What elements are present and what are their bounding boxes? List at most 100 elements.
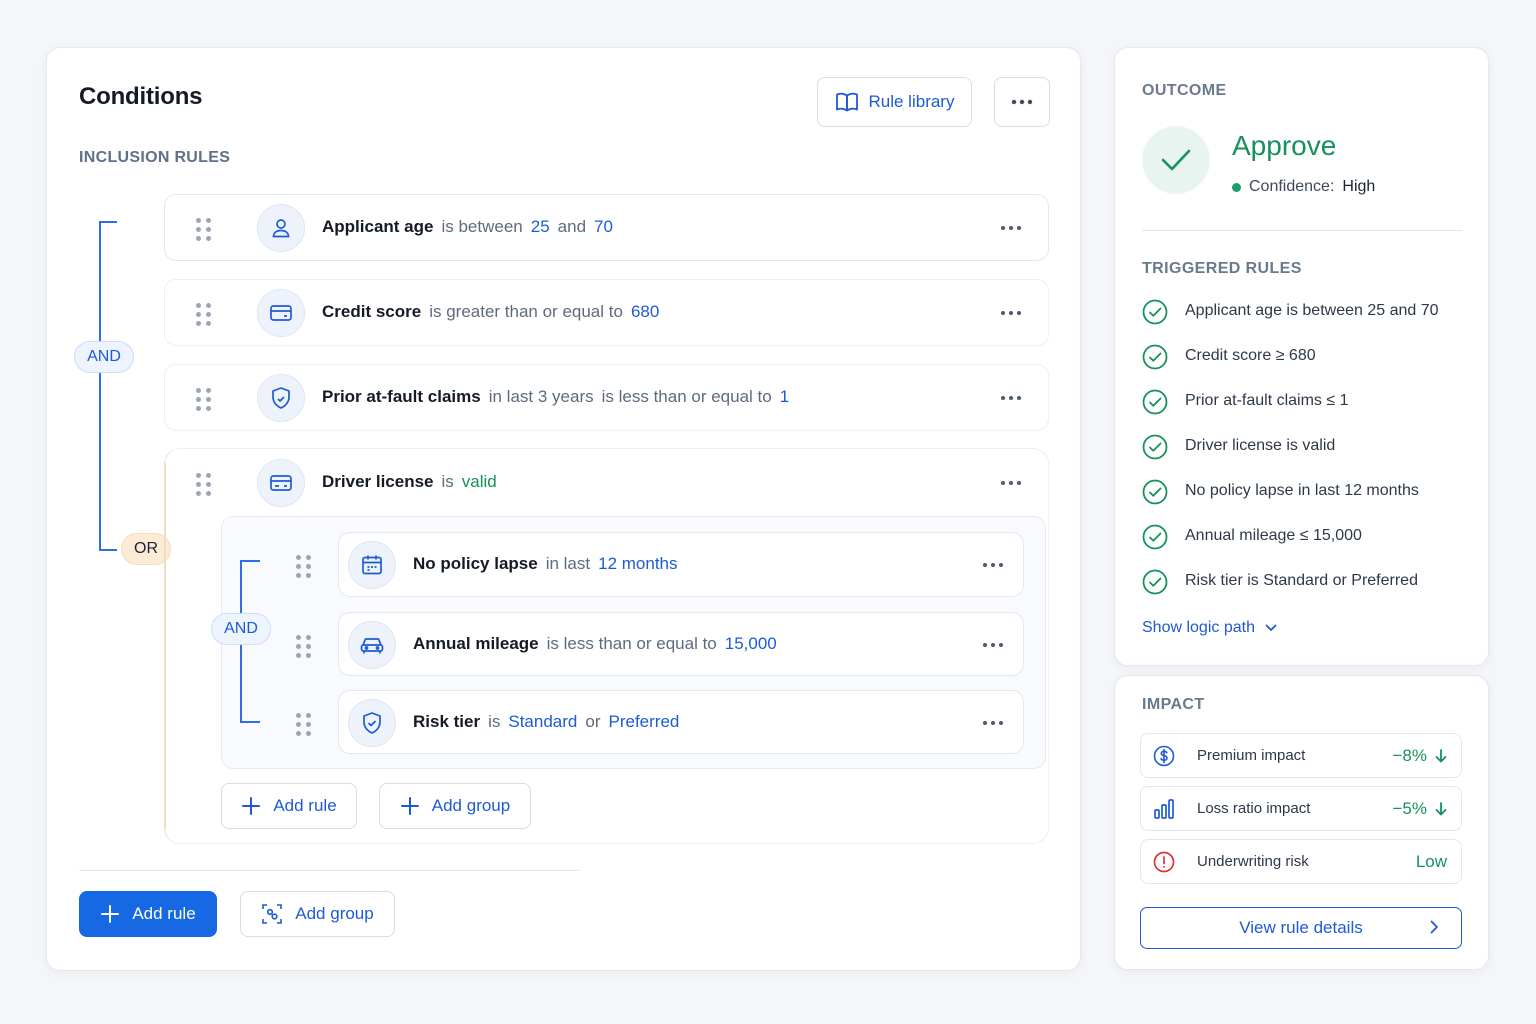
drag-handle-icon[interactable]	[196, 388, 211, 411]
rule-row-credit-score[interactable]: Credit score is greater than or equal to…	[164, 279, 1049, 346]
check-circle-icon	[1142, 479, 1168, 505]
arrow-down-icon	[1435, 801, 1447, 816]
triggered-rule-text: Risk tier is Standard or Preferred	[1185, 572, 1418, 589]
rule-field: Credit score	[322, 302, 422, 321]
impact-row-label: Premium impact	[1197, 747, 1306, 764]
impact-row-label: Loss ratio impact	[1197, 800, 1311, 817]
triggered-rule-text: Driver license is valid	[1185, 437, 1336, 454]
rule-value[interactable]: 15,000	[725, 634, 777, 654]
confidence-label: Confidence:	[1249, 178, 1335, 195]
loss-ratio-impact-row: Loss ratio impact −5%	[1140, 786, 1462, 831]
triggered-rule-item: No policy lapse in last 12 months	[1142, 479, 1472, 525]
plus-icon	[400, 796, 420, 816]
row-more-icon[interactable]	[982, 720, 1004, 726]
drag-handle-icon[interactable]	[196, 473, 211, 496]
rule-field: Prior at-fault claims	[322, 387, 481, 406]
row-more-icon[interactable]	[1000, 480, 1022, 486]
add-group-button[interactable]: Add group	[240, 891, 395, 937]
drag-handle-icon[interactable]	[296, 635, 311, 658]
rule-text: Credit score is greater than or equal to…	[322, 302, 659, 322]
rule-row-risk-tier[interactable]: Risk tier is Standard or Preferred	[296, 690, 1024, 754]
plus-icon	[100, 904, 120, 924]
more-options-button[interactable]	[994, 77, 1050, 127]
rule-row-applicant-age[interactable]: Applicant age is between 25 and 70	[164, 194, 1049, 261]
divider	[79, 870, 579, 871]
car-icon	[348, 621, 396, 669]
drag-handle-icon[interactable]	[196, 303, 211, 326]
rule-value[interactable]: 12 months	[598, 554, 677, 574]
group-add-group-button[interactable]: Add group	[379, 783, 531, 829]
triggered-rule-item: Risk tier is Standard or Preferred	[1142, 569, 1472, 615]
rule-text: Annual mileage is less than or equal to …	[413, 634, 777, 654]
approve-check-icon	[1142, 126, 1210, 194]
row-more-icon[interactable]	[1000, 225, 1022, 231]
page-title: Conditions	[79, 83, 203, 110]
rule-row-driver-license[interactable]: Driver license is valid	[166, 449, 1047, 515]
outcome-label: OUTCOME	[1142, 82, 1227, 99]
group-add-rule-button[interactable]: Add rule	[221, 783, 357, 829]
rule-value[interactable]: 25	[531, 217, 550, 237]
impact-panel: IMPACT Premium impact −8% Loss ratio imp…	[1114, 675, 1489, 970]
rule-text: No policy lapse in last 12 months	[413, 554, 678, 574]
rule-value[interactable]: 1	[780, 387, 789, 407]
rule-operator: is	[441, 472, 454, 491]
row-more-icon[interactable]	[1000, 310, 1022, 316]
rule-operator: is greater than or equal to	[429, 302, 623, 321]
rule-operator: in last 3 years	[488, 387, 594, 406]
row-more-icon[interactable]	[1000, 395, 1022, 401]
divider	[1142, 230, 1462, 231]
triggered-rule-item: Driver license is valid	[1142, 434, 1472, 480]
user-icon	[257, 204, 305, 252]
arrow-down-icon	[1435, 748, 1447, 763]
and-connector-tag[interactable]: AND	[74, 341, 134, 373]
triggered-rule-item: Credit score ≥ 680	[1142, 344, 1472, 390]
rule-row-policy-lapse[interactable]: No policy lapse in last 12 months	[296, 532, 1024, 597]
rule-operator: is less than or equal to	[546, 634, 717, 653]
row-more-icon[interactable]	[982, 562, 1004, 568]
rule-operator: is	[488, 712, 501, 731]
rule-operator: is between	[441, 217, 523, 236]
rule-value[interactable]: Standard	[508, 712, 577, 732]
rule-row-prior-claims[interactable]: Prior at-fault claims in last 3 years is…	[164, 364, 1049, 431]
rule-field: Driver license	[322, 472, 434, 491]
view-rule-details-label: View rule details	[1239, 918, 1363, 937]
rule-field: Annual mileage	[413, 634, 539, 653]
plus-icon	[241, 796, 261, 816]
rule-value[interactable]: 680	[631, 302, 659, 322]
triggered-rules-label: TRIGGERED RULES	[1142, 260, 1302, 277]
confidence-value: High	[1342, 178, 1376, 195]
show-logic-path-link[interactable]: Show logic path	[1142, 619, 1277, 637]
check-circle-icon	[1142, 524, 1168, 550]
conditions-panel: Conditions Rule library INCLUSION RULES …	[46, 47, 1081, 971]
bar-chart-icon	[1153, 798, 1175, 820]
book-icon	[835, 91, 859, 113]
rule-value[interactable]: valid	[462, 472, 497, 492]
impact-value-text: Low	[1415, 851, 1447, 871]
rule-value[interactable]: Preferred	[609, 712, 680, 732]
drag-handle-icon[interactable]	[296, 713, 311, 736]
triggered-rule-text: No policy lapse in last 12 months	[1185, 482, 1419, 499]
triggered-rule-item: Applicant age is between 25 and 70	[1142, 299, 1472, 345]
drag-handle-icon[interactable]	[296, 555, 311, 578]
impact-row-value: Low	[1416, 852, 1447, 872]
rule-row-annual-mileage[interactable]: Annual mileage is less than or equal to …	[296, 612, 1024, 676]
impact-row-label: Underwriting risk	[1197, 853, 1309, 870]
inclusion-rules-label: INCLUSION RULES	[79, 149, 231, 166]
rule-field: Applicant age	[322, 217, 434, 236]
add-rule-button[interactable]: Add rule	[79, 891, 217, 937]
nested-and-connector-tag[interactable]: AND	[211, 613, 271, 645]
impact-value-text: −5%	[1392, 798, 1428, 818]
chevron-down-icon	[1265, 624, 1277, 632]
drag-handle-icon[interactable]	[196, 218, 211, 241]
rule-value[interactable]: 70	[594, 217, 613, 237]
row-more-icon[interactable]	[982, 642, 1004, 648]
premium-impact-row: Premium impact −8%	[1140, 733, 1462, 778]
view-rule-details-button[interactable]: View rule details	[1140, 907, 1462, 949]
license-card-icon	[257, 459, 305, 507]
rule-text: Risk tier is Standard or Preferred	[413, 712, 679, 732]
impact-row-value: −8%	[1393, 746, 1448, 766]
rule-library-button[interactable]: Rule library	[817, 77, 972, 127]
rule-library-label: Rule library	[868, 92, 955, 111]
rule-operator: in last	[545, 554, 591, 573]
underwriting-risk-row: Underwriting risk Low	[1140, 839, 1462, 884]
